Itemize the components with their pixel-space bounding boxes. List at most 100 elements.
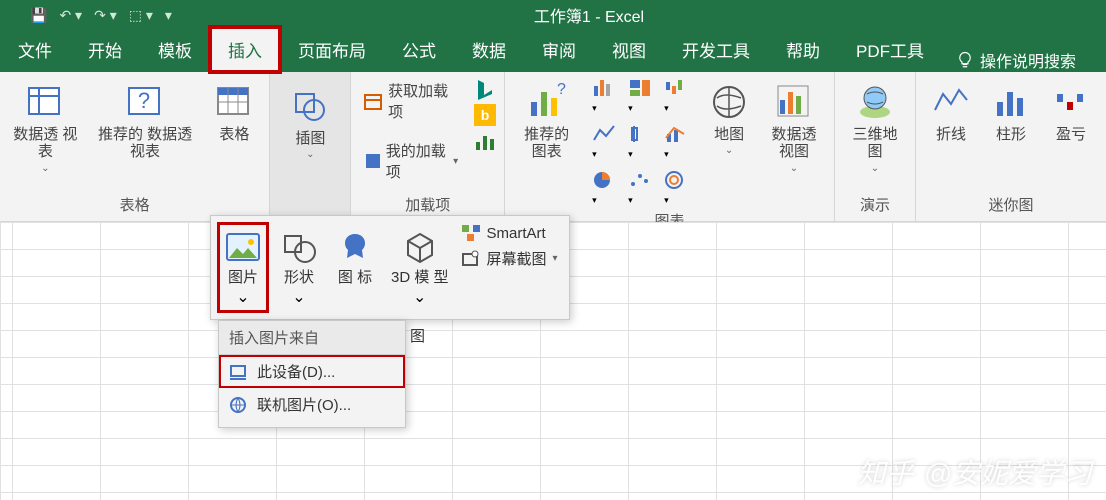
puzzle-icon (363, 151, 379, 171)
tab-home[interactable]: 开始 (70, 27, 140, 72)
icons-label: 图 标 (338, 270, 372, 287)
icons-button[interactable]: 图 标 (331, 224, 379, 311)
group-tables: 数据透 视表 ⌄ ? 推荐的 数据透视表 表格 表格 (0, 72, 270, 221)
shapes-button[interactable]: 形状 ⌄ (275, 224, 323, 311)
tab-insert[interactable]: 插入 (210, 27, 280, 72)
group-addins: 获取加载项 我的加载项 ▾ b 加载项 (351, 72, 505, 221)
pivot-table-icon (23, 80, 67, 124)
illustrations-dropdown: 图片 ⌄ 形状 ⌄ 图 标 3D 模 型 ⌄ SmartArt 屏幕截图 ▾ (210, 215, 570, 320)
from-this-device-label: 此设备(D)... (257, 361, 335, 382)
tab-help[interactable]: 帮助 (768, 27, 838, 72)
shapes-label: 形状 (284, 270, 314, 287)
chevron-down-icon: ⌄ (871, 163, 879, 174)
pivot-chart-label: 数据透视图 (766, 126, 822, 161)
undo-icon[interactable]: ↶ ▾ (59, 7, 82, 24)
tab-pdf-tools[interactable]: PDF工具 (838, 27, 942, 72)
tab-page-layout[interactable]: 页面布局 (280, 27, 384, 72)
redo-icon[interactable]: ↷ ▾ (94, 7, 117, 24)
recommended-charts-label: 推荐的 图表 (517, 126, 576, 161)
my-addins-button[interactable]: 我的加载项 ▾ (359, 138, 462, 184)
chevron-down-icon: ▾ (553, 253, 558, 264)
chevron-down-icon: ⌄ (413, 287, 426, 307)
bing-icon[interactable]: b (474, 104, 496, 126)
sparkline-line-label: 折线 (936, 126, 966, 143)
combo-chart-icon[interactable]: ▾ (664, 124, 690, 162)
map-3d-button[interactable]: 三维地 图 ⌄ (843, 78, 907, 176)
svg-text:?: ? (557, 82, 566, 98)
smartart-label: SmartArt (487, 225, 546, 242)
tab-view[interactable]: 视图 (594, 27, 664, 72)
map-3d-label: 三维地 图 (847, 126, 903, 161)
qat-customize-icon[interactable]: ▾ (165, 7, 172, 24)
get-addins-label: 获取加载项 (388, 80, 458, 122)
illustrations-icon (288, 84, 332, 128)
column-chart-icon[interactable]: ▾ (592, 78, 618, 116)
model-3d-button[interactable]: 3D 模 型 ⌄ (387, 224, 453, 311)
group-sparklines: 折线 柱形 盈亏 迷你图 (916, 72, 1106, 221)
svg-text:?: ? (138, 88, 150, 113)
group-sparklines-label: 迷你图 (924, 192, 1098, 219)
svg-text:b: b (481, 107, 490, 123)
maps-icon (707, 80, 751, 124)
tab-developer[interactable]: 开发工具 (664, 27, 768, 72)
table-button[interactable]: 表格 (207, 78, 261, 145)
tab-data[interactable]: 数据 (454, 27, 524, 72)
maps-label: 地图 (714, 126, 744, 143)
watermark: 知乎 @安妮爱学习 (858, 452, 1092, 492)
online-pictures-label: 联机图片(O)... (257, 394, 351, 415)
smartart-button[interactable]: SmartArt (461, 224, 558, 242)
from-this-device-item[interactable]: 此设备(D)... (219, 355, 405, 388)
screenshot-icon (461, 250, 481, 268)
bing-maps-icon[interactable] (474, 78, 496, 100)
sparkline-winloss-icon (1049, 80, 1093, 124)
group-charts: ? 推荐的 图表 ▾ ▾ ▾ ▾ ▾ ▾ ▾ ▾ ▾ (505, 72, 835, 221)
line-chart-icon[interactable]: ▾ (592, 124, 618, 162)
tab-formulas[interactable]: 公式 (384, 27, 454, 72)
statistic-chart-icon[interactable]: ▾ (628, 124, 654, 162)
pivot-table-label: 数据透 视表 (12, 126, 79, 161)
map-3d-icon (853, 80, 897, 124)
sparkline-winloss-button[interactable]: 盈亏 (1044, 78, 1098, 145)
tab-template[interactable]: 模板 (140, 27, 210, 72)
ribbon: 数据透 视表 ⌄ ? 推荐的 数据透视表 表格 表格 插图 ⌄ (0, 72, 1106, 222)
hierarchy-chart-icon[interactable]: ▾ (628, 78, 654, 116)
store-icon (363, 91, 382, 111)
waterfall-chart-icon[interactable]: ▾ (664, 78, 690, 116)
pictures-button[interactable]: 图片 ⌄ (219, 224, 267, 311)
pie-chart-icon[interactable]: ▾ (592, 170, 618, 208)
tell-me-search[interactable]: 操作说明搜索 (942, 48, 1090, 72)
touch-mode-icon[interactable]: ⬚ ▾ (129, 7, 153, 24)
screenshot-label: 屏幕截图 (487, 248, 547, 269)
sparkline-line-button[interactable]: 折线 (924, 78, 978, 145)
watermark-brand: 知乎 (858, 452, 914, 492)
maps-button[interactable]: 地图 ⌄ (702, 78, 756, 158)
get-addins-button[interactable]: 获取加载项 (359, 78, 462, 124)
recommended-charts-button[interactable]: ? 推荐的 图表 (513, 78, 580, 163)
save-icon[interactable]: 💾 (30, 7, 47, 24)
recommended-pivot-button[interactable]: ? 推荐的 数据透视表 (89, 78, 202, 163)
globe-icon (229, 396, 249, 414)
online-pictures-item[interactable]: 联机图片(O)... (219, 388, 405, 421)
smartart-icon (461, 224, 481, 242)
scatter-chart-icon[interactable]: ▾ (628, 170, 654, 208)
screenshot-button[interactable]: 屏幕截图 ▾ (461, 248, 558, 269)
title-bar: 💾 ↶ ▾ ↷ ▾ ⬚ ▾ ▾ 工作簿1 - Excel (0, 0, 1106, 30)
group-illustrations: 插图 ⌄ (270, 72, 351, 221)
pivot-table-button[interactable]: 数据透 视表 ⌄ (8, 78, 83, 176)
pivot-chart-button[interactable]: 数据透视图 ⌄ (762, 78, 826, 176)
illustrations-button[interactable]: 插图 ⌄ (278, 78, 342, 166)
watermark-author: @安妮爱学习 (924, 452, 1092, 492)
group-tours: 三维地 图 ⌄ 演示 (835, 72, 916, 221)
tell-me-label: 操作说明搜索 (980, 48, 1076, 72)
document-title: 工作簿1 - Excel (172, 3, 1106, 27)
surface-chart-icon[interactable]: ▾ (664, 170, 690, 208)
tab-file[interactable]: 文件 (0, 27, 70, 72)
sparkline-column-button[interactable]: 柱形 (984, 78, 1038, 145)
people-graph-icon[interactable] (474, 130, 496, 152)
sparkline-column-icon (989, 80, 1033, 124)
chevron-down-icon: ⌄ (725, 145, 733, 156)
my-addins-label: 我的加载项 (386, 140, 447, 182)
tab-review[interactable]: 审阅 (524, 27, 594, 72)
icons-icon (335, 228, 375, 268)
recommended-pivot-icon: ? (123, 80, 167, 124)
